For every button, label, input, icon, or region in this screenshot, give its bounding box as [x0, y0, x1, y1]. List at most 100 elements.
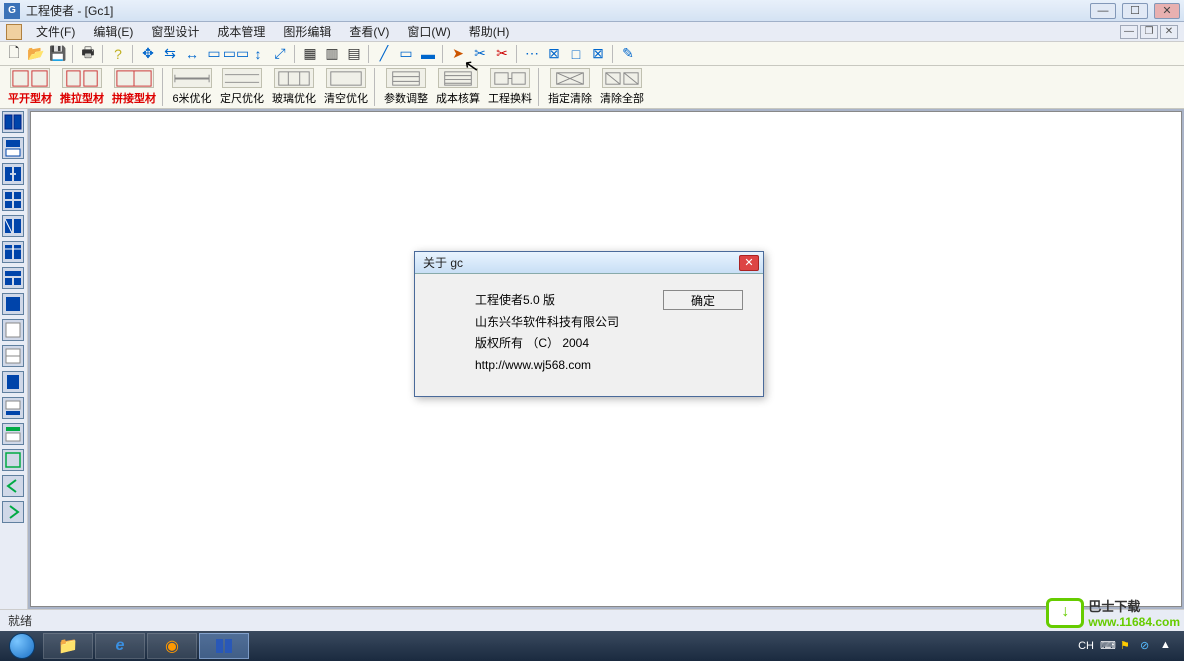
mdi-close[interactable]: ✕ — [1160, 25, 1178, 39]
tool-doublebar-icon[interactable]: ▭▭ — [226, 44, 246, 64]
btn-empty-opt[interactable]: 清空优化 — [320, 67, 372, 107]
cost-icon — [438, 68, 478, 88]
side-arrow-right-icon[interactable] — [2, 501, 24, 523]
btn-pinjie[interactable]: 拼接型材 — [108, 67, 160, 107]
ime-indicator[interactable]: CH — [1078, 640, 1094, 652]
status-bar: 就绪 — [0, 609, 1184, 631]
watermark-cn: 巴士下载 — [1088, 596, 1180, 615]
btn-delsel[interactable]: 指定清除 — [544, 67, 596, 107]
side-blank2-icon[interactable] — [2, 345, 24, 367]
ie-icon: e — [116, 637, 125, 655]
square-icon[interactable]: □ — [566, 44, 586, 64]
empty-icon — [326, 68, 366, 88]
tool-hsplit-icon[interactable]: ⇆ — [160, 44, 180, 64]
menu-view[interactable]: 查看(V) — [341, 22, 397, 41]
side-blank1-icon[interactable] — [2, 319, 24, 341]
side-threefour-icon[interactable] — [2, 267, 24, 289]
side-fourpane-icon[interactable] — [2, 189, 24, 211]
btn-pingkai[interactable]: 平开型材 — [4, 67, 56, 107]
watermark-icon — [1046, 598, 1084, 628]
label-pk: 平开型材 — [8, 90, 52, 106]
menu-file[interactable]: 文件(F) — [28, 22, 83, 41]
side-double-window-icon[interactable] — [2, 111, 24, 133]
delall-icon — [602, 68, 642, 88]
line-icon[interactable]: ╱ — [374, 44, 394, 64]
grid1-icon[interactable]: ▦ — [300, 44, 320, 64]
btn-cost[interactable]: 成本核算 — [432, 67, 484, 107]
btn-fixed-opt[interactable]: 定尺优化 — [216, 67, 268, 107]
taskbar: 📁 e ◉ CH ⌨ ⚑ ⊘ ▲ — [0, 631, 1184, 661]
task-current-app[interactable] — [199, 633, 249, 659]
side-arrow-left-icon[interactable] — [2, 475, 24, 497]
mdi-restore[interactable]: ❐ — [1140, 25, 1158, 39]
tool-move-icon[interactable]: ✥ — [138, 44, 158, 64]
help-icon[interactable]: ? — [108, 44, 128, 64]
dashed-icon[interactable]: ⋯ — [522, 44, 542, 64]
tuila-icon — [62, 68, 102, 88]
tool-both-icon[interactable]: ⤢ — [270, 44, 290, 64]
fillrect-icon[interactable]: ▬ — [418, 44, 438, 64]
close-button[interactable]: ✕ — [1154, 3, 1180, 19]
new-file-icon[interactable]: 🗋 — [4, 44, 24, 64]
menu-window[interactable]: 窗口(W) — [399, 22, 458, 41]
maximize-button[interactable]: ☐ — [1122, 3, 1148, 19]
pingkai-icon — [10, 68, 50, 88]
shield-icon[interactable]: ⊘ — [1140, 639, 1154, 653]
eraser-icon[interactable]: ✎ — [618, 44, 638, 64]
print-icon[interactable]: 🖶 — [78, 44, 98, 64]
folder-icon: 📁 — [58, 636, 78, 656]
rect-icon[interactable]: ▭ — [396, 44, 416, 64]
task-mediaplayer[interactable]: ◉ — [147, 633, 197, 659]
btn-tuila[interactable]: 推拉型材 — [56, 67, 108, 107]
grid2-icon[interactable]: ▥ — [322, 44, 342, 64]
chevron-up-icon[interactable]: ▲ — [1160, 639, 1174, 653]
menu-window-design[interactable]: 窗型设计 — [143, 22, 207, 41]
side-topgreen-icon[interactable] — [2, 423, 24, 445]
toolbar-large: 平开型材 推拉型材 拼接型材 6米优化 定尺优化 玻璃优化 清空优化 — [0, 66, 1184, 109]
side-stripe-icon[interactable] — [2, 241, 24, 263]
mdi-doc-icon[interactable] — [6, 24, 22, 40]
scissors2-icon[interactable]: ✂ — [492, 44, 512, 64]
tool-vsize-icon[interactable]: ↕ — [248, 44, 268, 64]
side-single-icon[interactable] — [2, 293, 24, 315]
start-button[interactable] — [2, 632, 42, 660]
open-file-icon[interactable]: 📂 — [26, 44, 46, 64]
window-title: 工程使者 - [Gc1] — [26, 2, 1090, 19]
btn-convert[interactable]: 工程换料 — [484, 67, 536, 107]
diag-cross-icon[interactable]: ⊠ — [544, 44, 564, 64]
about-ok-button[interactable]: 确定 — [663, 290, 743, 310]
tool-expandh-icon[interactable]: ↔ — [182, 44, 202, 64]
side-topbottom-icon[interactable] — [2, 137, 24, 159]
btn-6m-opt[interactable]: 6米优化 — [168, 67, 216, 107]
btn-glass-opt[interactable]: 玻璃优化 — [268, 67, 320, 107]
mdi-minimize[interactable]: — — [1120, 25, 1138, 39]
menu-edit[interactable]: 编辑(E) — [85, 22, 141, 41]
pinjie-icon — [114, 68, 154, 88]
grid3-icon[interactable]: ▤ — [344, 44, 364, 64]
menu-cost[interactable]: 成本管理 — [209, 22, 273, 41]
watermark-url: www.11684.com — [1088, 615, 1180, 629]
menu-graphic-edit[interactable]: 图形编辑 — [275, 22, 339, 41]
about-titlebar[interactable]: 关于 gc ✕ — [415, 252, 763, 274]
arrow-r-icon[interactable]: ➤ — [448, 44, 468, 64]
save-file-icon[interactable]: 💾 — [48, 44, 68, 64]
scissors1-icon[interactable]: ✂ — [470, 44, 490, 64]
task-explorer[interactable]: 📁 — [43, 633, 93, 659]
about-close-button[interactable]: ✕ — [739, 255, 759, 271]
label-6m: 6米优化 — [172, 90, 211, 106]
side-diag-icon[interactable] — [2, 215, 24, 237]
menu-help[interactable]: 帮助(H) — [461, 22, 518, 41]
btn-param[interactable]: 参数调整 — [380, 67, 432, 107]
side-doors-icon[interactable] — [2, 163, 24, 185]
btn-delall[interactable]: 清除全部 — [596, 67, 648, 107]
task-ie[interactable]: e — [95, 633, 145, 659]
side-bottomblue-icon[interactable] — [2, 397, 24, 419]
cross-square-icon[interactable]: ⊠ — [588, 44, 608, 64]
minimize-button[interactable]: — — [1090, 3, 1116, 19]
flag-icon[interactable]: ⚑ — [1120, 639, 1134, 653]
side-bluesingle-icon[interactable] — [2, 371, 24, 393]
tool-bar-icon[interactable]: ▭ — [204, 44, 224, 64]
label-tl: 推拉型材 — [60, 90, 104, 106]
side-emptywin-icon[interactable] — [2, 449, 24, 471]
keyboard-icon[interactable]: ⌨ — [1100, 639, 1114, 653]
